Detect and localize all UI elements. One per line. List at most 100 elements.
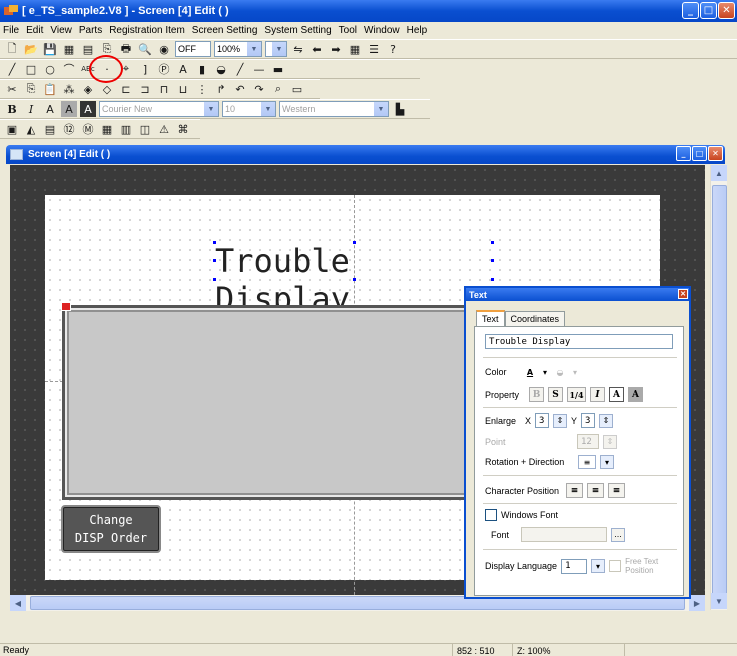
zoom-select[interactable]: 100% ▼ <box>214 41 262 57</box>
chevron-down-icon[interactable]: ▾ <box>571 365 579 379</box>
screen-list-icon[interactable]: ▦ <box>61 41 77 57</box>
dialog-close-icon[interactable]: ✕ <box>678 289 688 299</box>
find-icon[interactable]: ◉ <box>156 41 172 57</box>
text-bg-icon[interactable]: A <box>61 101 77 117</box>
zoom-extra-select[interactable]: ▼ <box>265 41 287 57</box>
tab-text[interactable]: Text <box>476 310 505 326</box>
copy-icon[interactable]: ⎘ <box>23 81 39 97</box>
text-invert-icon[interactable]: A <box>80 101 96 117</box>
print-icon[interactable]: 🖶 <box>118 41 134 57</box>
bold-icon[interactable]: B <box>4 101 20 117</box>
windows-font-checkbox[interactable] <box>485 509 497 521</box>
text-content-input[interactable]: Trouble Display <box>485 334 673 349</box>
redo-icon[interactable]: ↷ <box>251 81 267 97</box>
vertical-scrollbar[interactable]: ▲ ▼ <box>710 165 727 610</box>
trend-part-icon[interactable]: ◫ <box>137 121 153 137</box>
selection-handle[interactable] <box>491 241 494 244</box>
align-bottom-icon[interactable]: ⊔ <box>175 81 191 97</box>
switch-part-icon[interactable]: ▣ <box>4 121 20 137</box>
paste-icon[interactable]: 📋 <box>42 81 58 97</box>
selection-handle[interactable] <box>491 278 494 281</box>
align-right-icon[interactable]: ≡ <box>608 483 625 498</box>
italic-icon[interactable]: I <box>23 101 39 117</box>
italic-property-button[interactable]: I <box>590 387 605 402</box>
child-maximize-button[interactable]: □ <box>692 146 707 161</box>
fill-pattern-icon[interactable]: ▬ <box>270 61 286 77</box>
zoom-area-icon[interactable]: ⌕ <box>270 81 286 97</box>
table-part-icon[interactable]: ▦ <box>99 121 115 137</box>
text-color-icon[interactable]: A <box>42 101 58 117</box>
reverse-property-button[interactable]: A <box>628 387 643 402</box>
undo-icon[interactable]: ↶ <box>232 81 248 97</box>
calendar-part-icon[interactable]: ⌘ <box>175 121 191 137</box>
selection-handle[interactable] <box>213 241 216 244</box>
char-part-icon[interactable]: Ⓜ <box>80 121 96 137</box>
list-icon[interactable]: ☰ <box>366 41 382 57</box>
enlarge-x-spinner-icon[interactable]: ⇕ <box>553 413 568 428</box>
normal-property-button[interactable]: A <box>609 387 624 402</box>
new-file-icon[interactable]: 🗋 <box>4 41 20 57</box>
menu-parts[interactable]: Parts <box>79 25 102 36</box>
child-minimize-button[interactable]: _ <box>676 146 691 161</box>
bold-property-button[interactable]: B <box>529 387 544 402</box>
chevron-down-icon[interactable]: ▾ <box>600 455 614 469</box>
group-icon[interactable]: ⁂ <box>61 81 77 97</box>
distribute-icon[interactable]: ⋮ <box>194 81 210 97</box>
text-color-icon[interactable]: A <box>523 365 537 379</box>
save-icon[interactable]: 💾 <box>42 41 58 57</box>
back-icon[interactable]: ⬅ <box>309 41 325 57</box>
grid-icon[interactable]: ▤ <box>80 41 96 57</box>
scroll-up-icon[interactable]: ▲ <box>711 165 727 181</box>
menu-window[interactable]: Window <box>364 25 400 36</box>
scroll-down-icon[interactable]: ▼ <box>711 593 727 609</box>
open-folder-icon[interactable]: 📂 <box>23 41 39 57</box>
jump-icon[interactable]: ⇋ <box>290 41 306 57</box>
bg-color-icon[interactable]: ◒ <box>553 365 567 379</box>
menu-screen-setting[interactable]: Screen Setting <box>192 25 258 36</box>
selection-handle[interactable] <box>213 259 216 262</box>
menu-registration-item[interactable]: Registration Item <box>109 25 185 36</box>
align-left-icon[interactable]: ≡ <box>566 483 583 498</box>
polyline-icon[interactable]: ⌒ <box>61 61 77 77</box>
alarm-part-icon[interactable]: ⚠ <box>156 121 172 137</box>
align-top-icon[interactable]: ⊓ <box>156 81 172 97</box>
font-name-select[interactable]: Courier New ▼ <box>99 101 219 117</box>
trouble-display-text[interactable]: Trouble Display <box>215 242 495 318</box>
pen-color-icon[interactable]: ▮ <box>194 61 210 77</box>
selection-handle[interactable] <box>213 278 216 281</box>
bring-front-icon[interactable]: ◈ <box>80 81 96 97</box>
enlarge-y-input[interactable]: 3 <box>581 413 596 428</box>
menu-help[interactable]: Help <box>407 25 428 36</box>
menu-system-setting[interactable]: System Setting <box>264 25 331 36</box>
font-color-icon[interactable]: A <box>175 61 191 77</box>
table-icon[interactable]: ▦ <box>347 41 363 57</box>
line-width-icon[interactable]: — <box>251 61 267 77</box>
graph-part-icon[interactable]: ▥ <box>118 121 134 137</box>
vertical-scroll-thumb[interactable] <box>712 185 727 595</box>
scroll-right-icon[interactable]: ▶ <box>689 595 705 611</box>
shadow-property-button[interactable]: S <box>548 387 563 402</box>
menu-view[interactable]: View <box>50 25 72 36</box>
close-button[interactable]: ✕ <box>718 2 735 19</box>
rotation-direction-icon[interactable]: ≡ <box>578 455 596 469</box>
enlarge-y-spinner-icon[interactable]: ⇕ <box>599 413 614 428</box>
font-size-select[interactable]: 10 ▼ <box>222 101 276 117</box>
menu-file[interactable]: File <box>3 25 19 36</box>
rectangle-icon[interactable]: □ <box>23 61 39 77</box>
bracket-icon[interactable]: ] <box>137 61 153 77</box>
cut-icon[interactable]: ✂ <box>4 81 20 97</box>
pattern-icon[interactable]: Ⓟ <box>156 61 172 77</box>
line-style-icon[interactable]: ╱ <box>232 61 248 77</box>
chevron-down-icon[interactable]: ▾ <box>591 559 606 573</box>
font-browse-button[interactable]: ... <box>611 527 625 542</box>
tab-coordinates[interactable]: Coordinates <box>504 311 566 327</box>
send-back-icon[interactable]: ◇ <box>99 81 115 97</box>
numeric-part-icon[interactable]: ⑫ <box>61 121 77 137</box>
off-toggle[interactable]: OFF <box>175 41 211 57</box>
circle-icon[interactable]: ○ <box>42 61 58 77</box>
selection-handle[interactable] <box>491 259 494 262</box>
fill-color-icon[interactable]: ◒ <box>213 61 229 77</box>
lamp-part-icon[interactable]: ◭ <box>23 121 39 137</box>
property-icon[interactable]: ▭ <box>289 81 305 97</box>
child-close-button[interactable]: ✕ <box>708 146 723 161</box>
